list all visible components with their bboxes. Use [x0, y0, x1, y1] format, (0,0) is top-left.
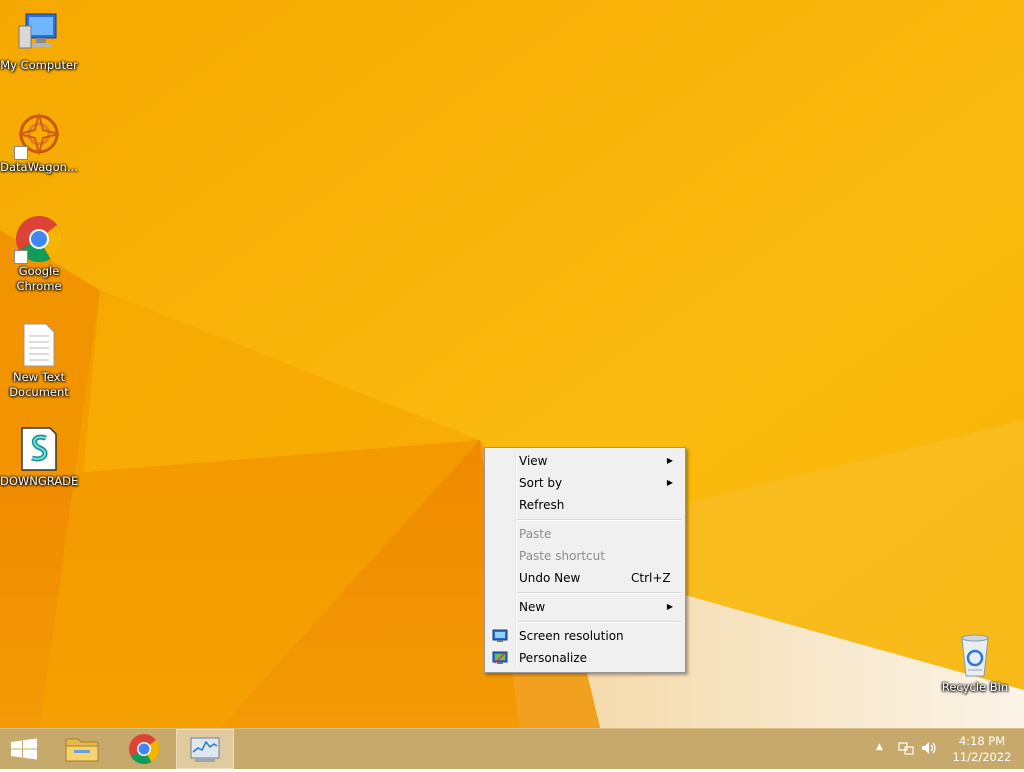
menu-item-label: Personalize	[519, 651, 588, 665]
submenu-arrow-icon: ▶	[666, 456, 673, 465]
network-icon[interactable]	[898, 740, 914, 759]
submenu-arrow-icon: ▶	[666, 478, 673, 487]
desktop-icon-label: DataWagon...	[0, 160, 78, 174]
menu-item-personalize[interactable]: Personalize	[487, 647, 683, 669]
menu-item-refresh[interactable]: Refresh	[487, 494, 683, 516]
desktop-icon-label: DOWNGRADE	[0, 474, 79, 488]
submenu-arrow-icon: ▶	[666, 602, 673, 611]
task-manager-taskbar-button[interactable]	[176, 729, 234, 769]
menu-item-sort-by[interactable]: Sort by ▶	[487, 472, 683, 494]
shortcut-arrow-icon	[14, 250, 28, 264]
menu-item-label: Undo New	[519, 571, 581, 585]
menu-item-label: New	[519, 600, 546, 614]
display-icon	[492, 628, 508, 644]
datawagon-icon	[14, 110, 64, 160]
desktop[interactable]: My Computer DataWagon... Google Chrome N…	[0, 0, 1024, 728]
windows-logo-icon	[11, 738, 37, 760]
my-computer-shortcut[interactable]: My Computer	[0, 8, 78, 73]
script-file-icon	[14, 424, 64, 474]
desktop-icon-label: Google Chrome	[16, 264, 62, 293]
desktop-icon-label: Recycle Bin	[941, 680, 1009, 694]
notification-area: ▲	[870, 729, 950, 769]
clock-date: 11/2/2022	[952, 750, 1012, 764]
clock-time: 4:18 PM	[958, 734, 1006, 748]
menu-item-undo-new[interactable]: Undo New Ctrl+Z	[487, 567, 683, 589]
menu-item-view[interactable]: View ▶	[487, 450, 683, 472]
menu-item-screen-resolution[interactable]: Screen resolution	[487, 625, 683, 647]
text-file-icon	[14, 320, 64, 370]
show-hidden-icons-icon[interactable]: ▲	[876, 742, 883, 752]
datawagon-shortcut[interactable]: DataWagon...	[0, 110, 78, 175]
chrome-taskbar-button[interactable]	[116, 729, 172, 769]
desktop-icon-label: New Text Document	[9, 370, 69, 399]
google-chrome-shortcut[interactable]: Google Chrome	[0, 214, 78, 294]
desktop-icon-label: My Computer	[0, 58, 78, 72]
recycle-bin-icon	[950, 630, 1000, 680]
task-manager-icon	[190, 737, 220, 762]
menu-item-label: Screen resolution	[519, 629, 624, 643]
file-explorer-icon	[65, 738, 99, 762]
desktop-context-menu: View ▶ Sort by ▶ Refresh Paste Paste sho…	[484, 447, 686, 673]
start-button[interactable]	[0, 729, 48, 769]
menu-item-paste-shortcut[interactable]: Paste shortcut	[487, 545, 683, 567]
menu-separator	[517, 519, 681, 521]
file-explorer-taskbar-button[interactable]	[54, 729, 110, 769]
menu-item-label: Refresh	[519, 498, 565, 512]
menu-item-label: Paste	[519, 527, 552, 541]
menu-item-shortcut: Ctrl+Z	[631, 571, 671, 585]
menu-separator	[517, 621, 681, 623]
menu-item-new[interactable]: New ▶	[487, 596, 683, 618]
chrome-icon	[129, 734, 159, 765]
shortcut-arrow-icon	[14, 146, 28, 160]
new-text-document-file[interactable]: New Text Document	[0, 320, 78, 400]
menu-item-label: Paste shortcut	[519, 549, 605, 563]
recycle-bin[interactable]: Recycle Bin	[936, 630, 1014, 695]
system-clock[interactable]: 4:18 PM 11/2/2022	[950, 733, 1014, 765]
chrome-icon	[14, 214, 64, 264]
taskbar: ▲ 4:18 PM 11/2/2022	[0, 728, 1024, 769]
personalize-icon	[492, 650, 508, 666]
menu-item-label: Sort by	[519, 476, 563, 490]
menu-item-paste[interactable]: Paste	[487, 523, 683, 545]
downgrade-file[interactable]: DOWNGRADE	[0, 424, 78, 489]
computer-icon	[14, 8, 64, 58]
menu-separator	[517, 592, 681, 594]
menu-item-label: View	[519, 454, 548, 468]
volume-icon[interactable]	[920, 740, 938, 759]
